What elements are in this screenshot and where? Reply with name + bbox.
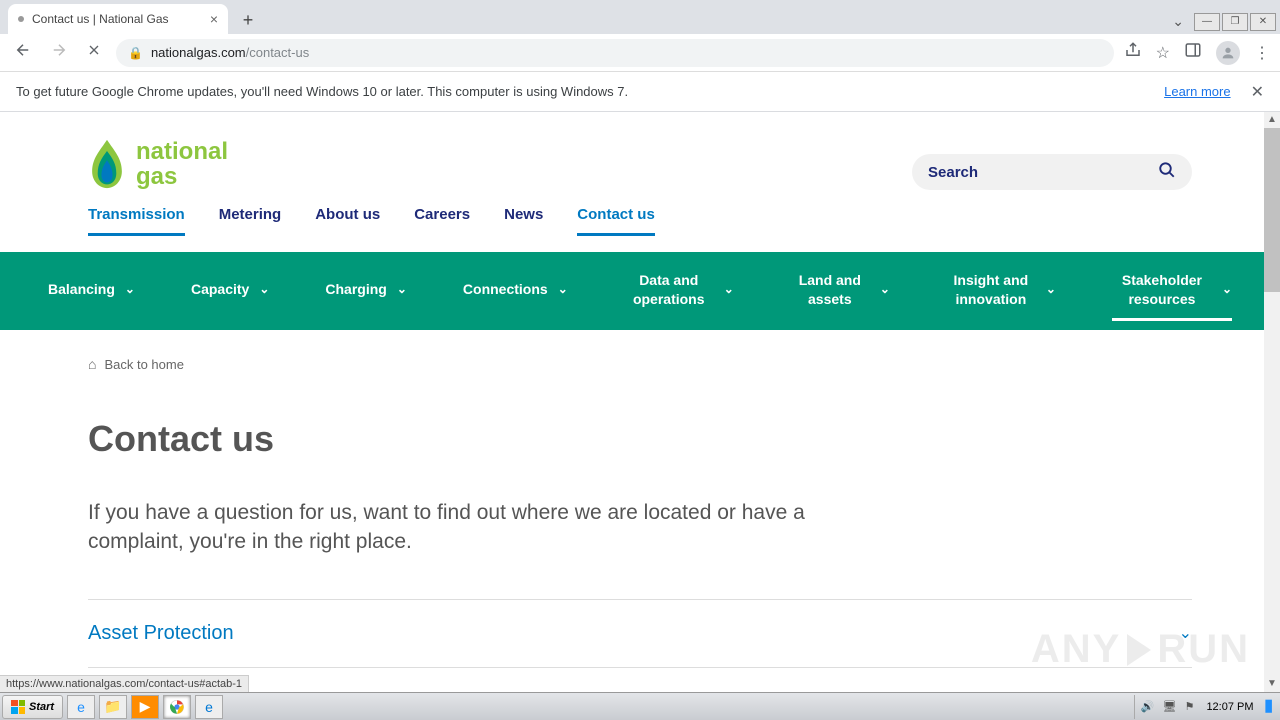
taskbar-chrome-icon[interactable] (163, 695, 191, 719)
chevron-down-icon: ⌄ (558, 282, 568, 298)
search-box[interactable] (912, 154, 1192, 190)
subnav-connections[interactable]: Connections⌄ (463, 270, 568, 311)
taskbar-media-icon[interactable]: ▶ (131, 695, 159, 719)
stop-reload-button[interactable] (82, 38, 106, 67)
chevron-down-icon: ⌄ (880, 282, 890, 298)
secondary-nav: Balancing⌄ Capacity⌄ Charging⌄ Connectio… (0, 252, 1280, 330)
subnav-insight-innovation[interactable]: Insight and innovation⌄ (946, 261, 1056, 320)
clock[interactable]: 12:07 PM (1202, 701, 1257, 713)
search-input[interactable] (928, 164, 1158, 181)
window-close-button[interactable]: ✕ (1250, 13, 1276, 31)
back-button[interactable] (10, 37, 36, 68)
infobar-text: To get future Google Chrome updates, you… (16, 84, 628, 99)
chevron-down-icon: ⌄ (125, 282, 135, 298)
browser-tab[interactable]: Contact us | National Gas × (8, 4, 228, 34)
flag-icon[interactable]: ⚑ (1185, 700, 1195, 713)
system-tray: 🔊 🖥 ⚑ 12:07 PM ▊ (1134, 695, 1280, 719)
tab-favicon (18, 16, 24, 22)
page-viewport: nationalgas Transmission Metering About … (0, 112, 1280, 692)
side-panel-icon[interactable] (1184, 41, 1202, 64)
nav-about-us[interactable]: About us (315, 206, 380, 236)
chevron-down-icon: ⌄ (397, 282, 407, 298)
scroll-down-icon[interactable]: ▼ (1264, 676, 1280, 692)
nav-metering[interactable]: Metering (219, 206, 282, 236)
breadcrumb-back-home[interactable]: ⌂ Back to home (88, 356, 1192, 372)
site-logo[interactable]: nationalgas (88, 138, 228, 190)
address-bar[interactable]: 🔒 nationalgas.com/contact-us (116, 39, 1114, 67)
scroll-thumb[interactable] (1264, 112, 1280, 292)
new-tab-button[interactable]: + (234, 6, 262, 34)
browser-tab-bar: Contact us | National Gas × + ⌄ — ❐ ✕ (0, 0, 1280, 34)
profile-avatar[interactable] (1216, 41, 1240, 65)
volume-icon[interactable]: 🔊 (1141, 700, 1155, 713)
nav-careers[interactable]: Careers (414, 206, 470, 236)
accordion-balancing[interactable]: Balancing ⌄ (88, 667, 1192, 692)
subnav-land-assets[interactable]: Land and assets⌄ (790, 261, 890, 320)
window-minimize-button[interactable]: — (1194, 13, 1220, 31)
page-intro: If you have a question for us, want to f… (88, 498, 848, 557)
subnav-stakeholder-resources[interactable]: Stakeholder resources⌄ (1112, 261, 1232, 320)
update-infobar: To get future Google Chrome updates, you… (0, 72, 1280, 112)
tab-close-icon[interactable]: × (210, 11, 218, 27)
show-desktop-icon[interactable]: ▊ (1266, 700, 1274, 713)
primary-nav: Transmission Metering About us Careers N… (88, 206, 1192, 236)
home-icon: ⌂ (88, 356, 96, 372)
learn-more-link[interactable]: Learn more (1164, 84, 1230, 99)
lock-icon: 🔒 (128, 46, 143, 60)
subnav-balancing[interactable]: Balancing⌄ (48, 270, 135, 311)
taskbar-edge-icon[interactable]: e (195, 695, 223, 719)
tabs-dropdown-icon[interactable]: ⌄ (1164, 9, 1192, 34)
forward-button[interactable] (46, 37, 72, 68)
logo-text: nationalgas (136, 139, 228, 189)
chevron-down-icon: ⌄ (724, 282, 734, 298)
taskbar-ie-icon[interactable]: e (67, 695, 95, 719)
page-title: Contact us (88, 418, 1192, 460)
search-icon[interactable] (1158, 161, 1176, 184)
nav-news[interactable]: News (504, 206, 543, 236)
infobar-close-icon[interactable]: ✕ (1251, 82, 1264, 102)
accordion-asset-protection[interactable]: Asset Protection ⌄ (88, 599, 1192, 667)
bookmark-icon[interactable]: ☆ (1156, 43, 1170, 63)
windows-logo-icon (11, 700, 25, 714)
window-maximize-button[interactable]: ❐ (1222, 13, 1248, 31)
share-icon[interactable] (1124, 41, 1142, 64)
menu-icon[interactable]: ⋮ (1254, 43, 1270, 63)
subnav-charging[interactable]: Charging⌄ (325, 270, 407, 311)
subnav-data-operations[interactable]: Data and operations⌄ (624, 261, 734, 320)
tab-title: Contact us | National Gas (32, 12, 169, 26)
chevron-down-icon: ⌄ (259, 282, 269, 298)
nav-transmission[interactable]: Transmission (88, 206, 185, 236)
subnav-capacity[interactable]: Capacity⌄ (191, 270, 269, 311)
nav-contact-us[interactable]: Contact us (577, 206, 655, 236)
scroll-up-icon[interactable]: ▲ (1264, 112, 1280, 128)
url-path: /contact-us (246, 45, 310, 60)
contact-accordion: Asset Protection ⌄ Balancing ⌄ (88, 599, 1192, 692)
status-bar-link: https://www.nationalgas.com/contact-us#a… (0, 675, 249, 692)
browser-toolbar: 🔒 nationalgas.com/contact-us ☆ ⋮ (0, 34, 1280, 72)
chevron-down-icon: ⌄ (1046, 282, 1056, 298)
chevron-down-icon: ⌄ (1179, 623, 1192, 643)
windows-taskbar: Start e 📁 ▶ e 🔊 🖥 ⚑ 12:07 PM ▊ (0, 692, 1280, 720)
breadcrumb-label: Back to home (104, 357, 184, 372)
vertical-scrollbar[interactable]: ▲ ▼ (1264, 112, 1280, 692)
taskbar-explorer-icon[interactable]: 📁 (99, 695, 127, 719)
chevron-down-icon: ⌄ (1222, 282, 1232, 298)
url-host: nationalgas.com (151, 45, 246, 60)
flame-icon (88, 138, 126, 190)
start-button[interactable]: Start (2, 695, 63, 719)
network-icon[interactable]: 🖥 (1163, 700, 1177, 713)
